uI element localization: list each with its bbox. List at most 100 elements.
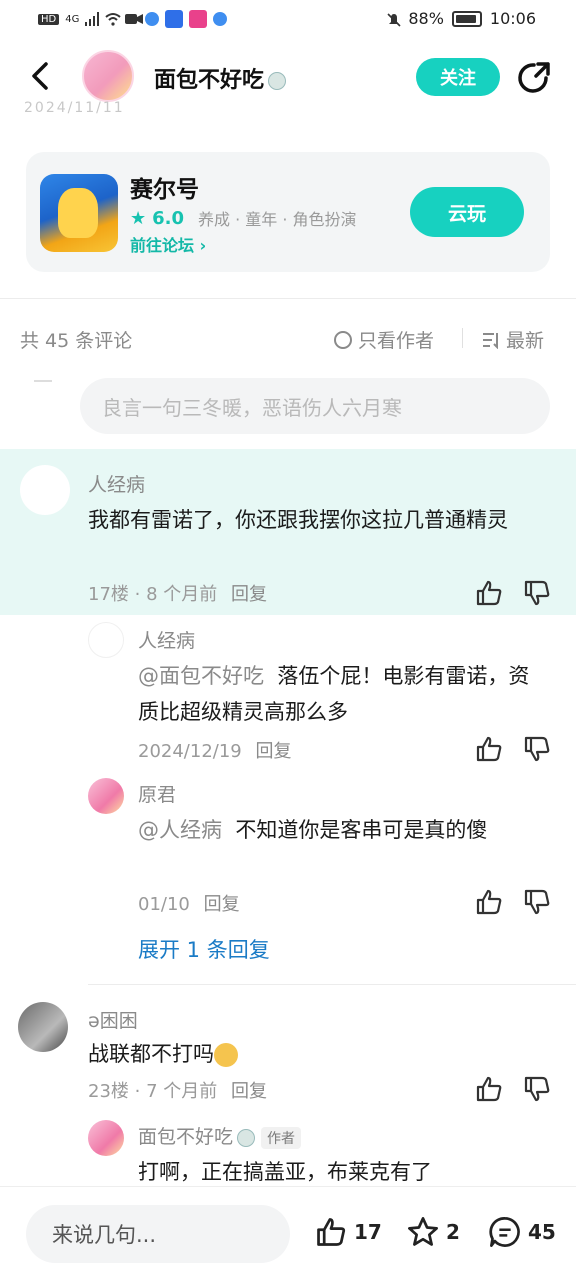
comment-text: 我都有雷诺了，你还跟我摆你这拉几普通精灵 (88, 508, 508, 532)
comment-meta: 23楼 · 7 个月前 回复 (88, 1077, 267, 1103)
reply-link[interactable]: 回复 (231, 584, 267, 605)
status-left: HD 4G (38, 10, 228, 28)
game-tags: 养成 · 童年 · 角色扮演 (198, 210, 357, 229)
reply-mention[interactable]: @面包不好吃 (138, 664, 264, 688)
like-icon[interactable] (474, 887, 504, 917)
app-icon-1 (145, 12, 160, 26)
reply-text: @人经病 不知道你是客串可是真的傻 (138, 812, 548, 848)
back-button[interactable] (26, 58, 58, 94)
dislike-icon[interactable] (522, 887, 552, 917)
only-author-toggle[interactable]: 只看作者 (334, 326, 434, 353)
reply-text: @面包不好吃 落伍个屁！电影有雷诺，资质比超级精灵高那么多 (138, 658, 548, 730)
reply-avatar[interactable] (88, 778, 124, 814)
comment-floor: 23楼 · 7 个月前 (88, 1081, 218, 1102)
like-post-button[interactable]: 17 (314, 1215, 382, 1249)
user-badge-icon (268, 72, 287, 90)
game-icon[interactable] (40, 174, 118, 252)
comment-divider (88, 984, 576, 985)
app-icon-4 (213, 12, 228, 26)
dislike-icon[interactable] (522, 1074, 552, 1104)
commenter-name[interactable]: ə困困 (88, 1006, 138, 1033)
battery-icon (451, 10, 482, 27)
reply-date: 2024/12/19 (138, 741, 242, 762)
network-label: 4G (65, 13, 80, 25)
like-icon[interactable] (474, 578, 504, 608)
comment-count: 共 45 条评论 (20, 330, 133, 352)
battery-percent: 88% (408, 9, 444, 28)
bottom-bar: 来说几句... 17 2 45 (0, 1186, 576, 1280)
forum-link[interactable]: 前往论坛 › (130, 232, 206, 256)
author-avatar[interactable] (82, 50, 134, 102)
like-icon[interactable] (474, 734, 504, 764)
only-author-label: 只看作者 (358, 330, 435, 352)
signal-icon (85, 12, 100, 26)
star-icon: ★ (130, 207, 147, 229)
comment-floor: 17楼 · 8 个月前 (88, 584, 218, 605)
emoji-icon (214, 1043, 238, 1067)
wifi-icon (105, 12, 122, 26)
favorite-count: 2 (446, 1220, 460, 1244)
forum-link-text: 前往论坛 (130, 236, 195, 255)
sort-icon (483, 332, 498, 349)
mute-bell-icon (386, 12, 401, 27)
video-icon (125, 12, 144, 26)
star-outline-icon (408, 1217, 438, 1246)
chevron-right-icon: › (199, 236, 207, 255)
reply-meta: 2024/12/19 回复 (138, 737, 291, 763)
comment-input[interactable]: 来说几句... (26, 1205, 290, 1263)
comments-button[interactable]: 45 (488, 1215, 556, 1249)
app-icon-2 (165, 10, 184, 28)
reply-meta: 01/10 回复 (138, 890, 240, 916)
dislike-icon[interactable] (522, 734, 552, 764)
radio-circle-icon (334, 330, 352, 349)
reply-name[interactable]: 原君 (138, 780, 176, 807)
reply-name-text: 面包不好吃 (138, 1126, 234, 1148)
self-avatar-placeholder (34, 380, 52, 382)
reply-body: 不知道你是客串可是真的傻 (235, 818, 488, 842)
comment-bubble-icon (489, 1217, 520, 1247)
commenter-avatar[interactable] (20, 465, 70, 515)
game-name: 赛尔号 (130, 177, 199, 203)
reply-input[interactable]: 良言一句三冬暖，恶语伤人六月寒 (80, 378, 550, 434)
favorite-button[interactable]: 2 (406, 1215, 460, 1249)
sort-label: 最新 (506, 330, 545, 352)
reply-link[interactable]: 回复 (255, 741, 291, 762)
share-icon (518, 62, 550, 93)
user-badge-icon (237, 1128, 256, 1147)
cloud-play-button[interactable]: 云玩 (410, 187, 524, 237)
clock: 10:06 (489, 9, 536, 28)
status-bar: HD 4G 88% 10:06 (0, 0, 576, 40)
thumb-up-icon (317, 1218, 346, 1246)
post-date-faded: 2024/11/11 (24, 100, 125, 114)
reply-link[interactable]: 回复 (204, 894, 240, 915)
reply-mention[interactable]: @人经病 (138, 818, 222, 842)
reply-link[interactable]: 回复 (231, 1081, 267, 1102)
comment-count-bottom: 45 (528, 1220, 556, 1244)
reply-date: 01/10 (138, 894, 190, 915)
sort-toggle[interactable]: 最新 (482, 326, 544, 353)
share-button[interactable] (516, 60, 552, 96)
like-count: 17 (354, 1220, 382, 1244)
game-score: 6.0 (152, 207, 185, 229)
commenter-name[interactable]: 人经病 (88, 470, 145, 497)
commenter-avatar[interactable] (18, 1002, 68, 1052)
game-card[interactable]: 赛尔号 ★ 6.0 养成 · 童年 · 角色扮演 前往论坛 › 云玩 (26, 152, 550, 272)
like-icon[interactable] (474, 1074, 504, 1104)
header-separator (462, 328, 463, 348)
hd-label: HD (38, 13, 60, 25)
reply-name[interactable]: 人经病 (138, 626, 195, 653)
author-name-text: 面包不好吃 (154, 68, 265, 93)
dislike-icon[interactable] (522, 578, 552, 608)
back-arrow-icon (32, 62, 48, 90)
game-rating: ★ 6.0 养成 · 童年 · 角色扮演 (130, 206, 357, 230)
reply-avatar[interactable] (88, 622, 124, 658)
app-icon-3 (189, 10, 208, 28)
author-name[interactable]: 面包不好吃 (154, 62, 287, 94)
comment-body: 战联都不打吗 (88, 1042, 214, 1066)
status-right: 88% 10:06 (386, 9, 536, 28)
section-divider (0, 298, 576, 299)
reply-avatar[interactable] (88, 1120, 124, 1156)
reply-name[interactable]: 面包不好吃 作者 (138, 1122, 302, 1149)
follow-button[interactable]: 关注 (416, 58, 500, 96)
expand-replies-link[interactable]: 展开 1 条回复 (138, 934, 270, 964)
